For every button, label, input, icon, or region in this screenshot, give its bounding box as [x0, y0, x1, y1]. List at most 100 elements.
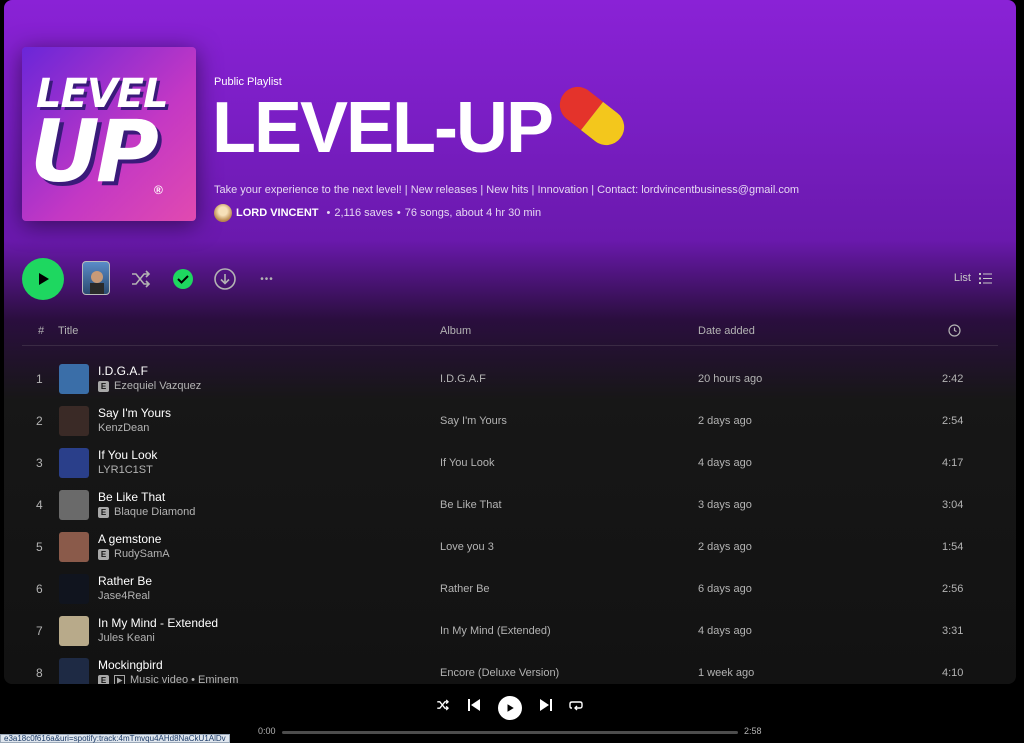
track-artist[interactable]: Jules Keani	[98, 632, 155, 644]
player-shuffle-button[interactable]	[436, 698, 450, 712]
track-artist-line: E RudySamA	[98, 548, 170, 560]
main-view: LEVEL UP ® Public Playlist LEVEL-UP Take…	[4, 0, 1016, 684]
check-circle-icon	[173, 269, 193, 289]
view-toggle[interactable]: List	[954, 272, 992, 284]
cover-text-bottom: UP	[30, 102, 159, 202]
track-title[interactable]: Say I'm Yours	[98, 406, 171, 420]
shuffle-icon	[132, 270, 151, 288]
music-video-icon	[114, 674, 125, 684]
track-artist-line: LYR1C1ST	[98, 464, 153, 476]
track-artwork[interactable]	[59, 448, 89, 478]
meta-separator: •	[396, 207, 401, 219]
track-date-added: 1 week ago	[698, 667, 755, 679]
action-bar: ••• List	[4, 254, 1016, 304]
track-artist[interactable]: KenzDean	[98, 422, 149, 434]
track-number: 7	[36, 624, 43, 638]
table-row[interactable]: 2 Say I'm Yours KenzDean Say I'm Yours 2 day…	[22, 400, 998, 442]
track-album[interactable]: Love you 3	[440, 541, 494, 553]
download-button[interactable]	[212, 266, 238, 292]
owner-avatar[interactable]	[214, 204, 232, 222]
track-album[interactable]: In My Mind (Extended)	[440, 625, 551, 637]
track-title[interactable]: In My Mind - Extended	[98, 616, 218, 630]
table-row[interactable]: 7 In My Mind - Extended Jules Keani In My M…	[22, 610, 998, 652]
download-icon	[214, 268, 236, 290]
owner-link[interactable]: LORD VINCENT	[236, 207, 319, 219]
header-album[interactable]: Album	[440, 325, 471, 337]
table-row[interactable]: 6 Rather Be Jase4Real Rather Be 6 days ago 2:…	[22, 568, 998, 610]
track-artwork[interactable]	[59, 532, 89, 562]
track-date-added: 20 hours ago	[698, 373, 763, 385]
track-album[interactable]: If You Look	[440, 457, 494, 469]
track-title[interactable]: A gemstone	[98, 532, 161, 546]
progress-bar[interactable]	[282, 731, 738, 734]
track-title[interactable]: Mockingbird	[98, 658, 163, 672]
table-row[interactable]: 3 If You Look LYR1C1ST If You Look 4 days ag…	[22, 442, 998, 484]
track-artwork[interactable]	[59, 490, 89, 520]
table-row[interactable]: 5 A gemstone E RudySamA Love you 3 2 days ago…	[22, 526, 998, 568]
more-options-button[interactable]: •••	[254, 266, 280, 292]
table-row[interactable]: 4 Be Like That E Blaque Diamond Be Like That…	[22, 484, 998, 526]
track-artist-line: KenzDean	[98, 422, 149, 434]
explicit-badge: E	[98, 674, 109, 684]
track-artwork[interactable]	[59, 406, 89, 436]
next-button[interactable]	[540, 698, 552, 712]
total-time: 2:58	[744, 726, 762, 736]
explicit-badge: E	[98, 548, 109, 560]
track-artwork[interactable]	[59, 616, 89, 646]
track-artist[interactable]: LYR1C1ST	[98, 464, 153, 476]
track-artwork[interactable]	[59, 574, 89, 604]
pill-emoji-icon	[552, 79, 632, 153]
track-artist[interactable]: RudySamA	[114, 548, 170, 560]
playlist-title[interactable]: LEVEL-UP	[212, 92, 554, 164]
saved-check-button[interactable]	[170, 266, 196, 292]
track-artist-line: Jase4Real	[98, 590, 150, 602]
track-title[interactable]: Be Like That	[98, 490, 165, 504]
track-duration: 3:04	[942, 499, 964, 511]
track-title[interactable]: If You Look	[98, 448, 157, 462]
previous-button[interactable]	[468, 698, 480, 712]
player-play-button[interactable]	[498, 696, 522, 720]
play-button[interactable]	[22, 258, 64, 300]
playlist-header: LEVEL UP ® Public Playlist LEVEL-UP Take…	[4, 0, 1016, 240]
playlist-cover[interactable]: LEVEL UP ®	[22, 47, 196, 221]
track-artist[interactable]: Jase4Real	[98, 590, 150, 602]
playlist-description: Take your experience to the next level! …	[214, 184, 800, 196]
track-artwork[interactable]	[59, 658, 89, 684]
meta-separator: •	[326, 207, 331, 219]
table-row[interactable]: 1 I.D.G.A.F E Ezequiel Vazquez I.D.G.A.F 20 h…	[22, 358, 998, 400]
track-number: 8	[36, 666, 43, 680]
track-number: 3	[36, 456, 43, 470]
track-artist-line: Jules Keani	[98, 632, 155, 644]
repeat-button[interactable]	[569, 698, 583, 712]
track-number: 1	[36, 372, 43, 386]
view-label: List	[953, 272, 971, 284]
track-artist[interactable]: Ezequiel Vazquez	[114, 380, 201, 392]
track-number: 6	[36, 582, 43, 596]
track-date-added: 6 days ago	[698, 583, 752, 595]
track-title[interactable]: Rather Be	[98, 574, 152, 588]
now-playing-preview[interactable]	[82, 261, 110, 295]
tracklist: 1 I.D.G.A.F E Ezequiel Vazquez I.D.G.A.F 20 h…	[22, 358, 998, 684]
track-album[interactable]: Say I'm Yours	[440, 415, 507, 427]
track-duration: 4:10	[942, 667, 964, 679]
track-artwork[interactable]	[59, 364, 89, 394]
track-title[interactable]: I.D.G.A.F	[98, 364, 148, 378]
header-date-added[interactable]: Date added	[698, 325, 755, 337]
track-artist[interactable]: Blaque Diamond	[114, 506, 195, 518]
shuffle-button[interactable]	[128, 266, 154, 292]
track-duration: 2:56	[942, 583, 964, 595]
track-album[interactable]: Be Like That	[440, 499, 502, 511]
track-date-added: 2 days ago	[698, 541, 752, 553]
track-album[interactable]: I.D.G.A.F	[440, 373, 486, 385]
play-icon	[39, 273, 49, 285]
track-album[interactable]: Encore (Deluxe Version)	[440, 667, 559, 679]
header-title[interactable]: Title	[58, 325, 78, 337]
duration-clock-icon[interactable]	[948, 324, 961, 340]
track-album[interactable]: Rather Be	[440, 583, 490, 595]
track-artist[interactable]: Music video • Eminem	[130, 674, 238, 684]
current-time: 0:00	[258, 726, 276, 736]
table-row[interactable]: 8 Mockingbird E Music video • Eminem Encore …	[22, 652, 998, 684]
track-date-added: 4 days ago	[698, 625, 752, 637]
track-date-added: 4 days ago	[698, 457, 752, 469]
track-duration: 4:17	[942, 457, 964, 469]
